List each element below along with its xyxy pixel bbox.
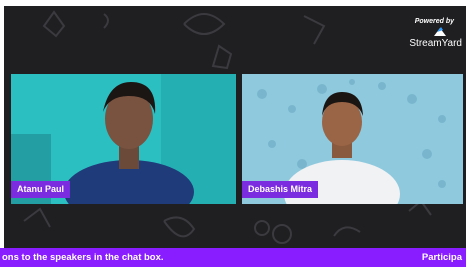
ticker-banner: ons to the speakers in the chat box. Par… xyxy=(0,248,466,267)
streamyard-wordmark: StreamYard xyxy=(409,38,462,49)
participant-tile-atanu-paul: Atanu Paul xyxy=(11,74,236,204)
streamyard-logo-icon xyxy=(434,27,446,36)
streamyard-branding: Powered by StreamYard xyxy=(392,18,462,49)
powered-by-label: Powered by xyxy=(414,18,454,25)
stream-frame: Powered by StreamYard Atanu Paul Debashi… xyxy=(0,0,466,267)
participant-tile-debashis-mitra: Debashis Mitra xyxy=(242,74,463,204)
ticker-message-secondary: Participa xyxy=(421,252,462,263)
participant-name-tag: Debashis Mitra xyxy=(242,181,319,198)
ticker-message: ons to the speakers in the chat box. xyxy=(2,252,164,263)
participant-name-tag: Atanu Paul xyxy=(11,181,71,198)
